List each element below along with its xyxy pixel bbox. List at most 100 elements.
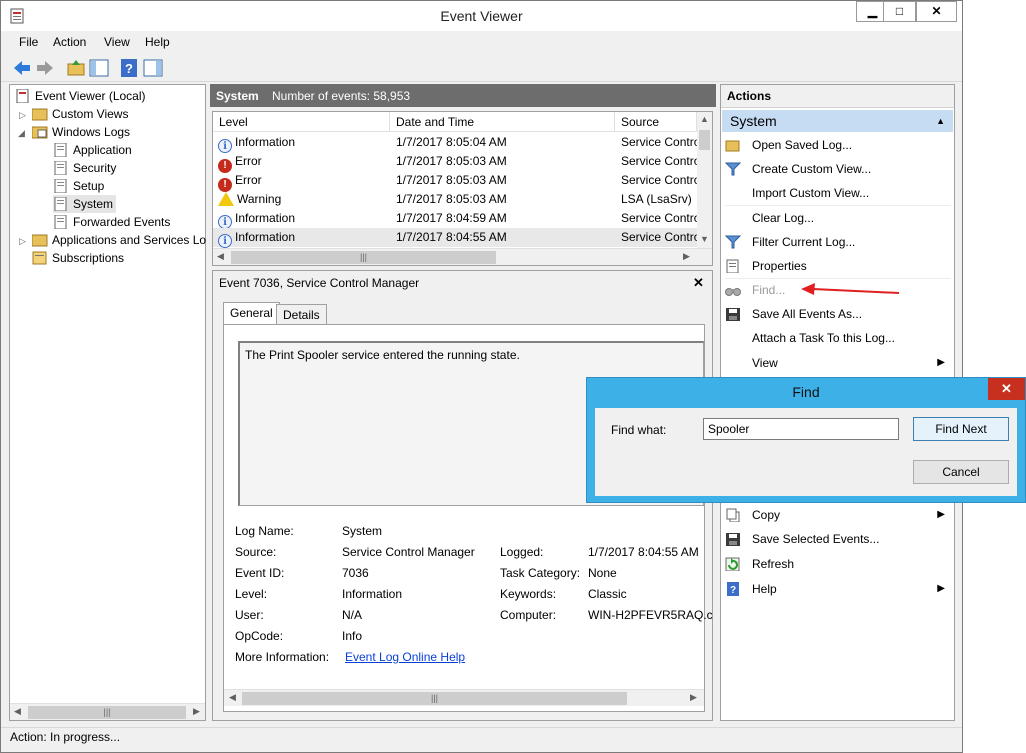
prop-value-log-name: System [342,524,383,538]
table-row[interactable]: i Information 1/7/2017 8:04:59 AM Service C… [213,209,697,229]
collapse-arrow-icon[interactable]: ◢ [18,128,25,139]
collapse-section-icon[interactable]: ▲ [936,110,945,132]
table-row[interactable]: ! Error 1/7/2017 8:05:03 AM Service Contro [213,171,697,192]
copy-icon [726,508,740,522]
scroll-thumb[interactable]: ||| [28,706,186,719]
events-vertical-scrollbar[interactable]: ▲ ▼ [697,112,712,248]
blank-icon [725,356,741,370]
menu-file[interactable]: File [19,35,38,49]
prop-label-opcode: OpCode: [235,629,284,643]
action-properties[interactable]: Properties [725,256,951,276]
cell-level: ! Error [218,152,388,173]
close-detail-icon[interactable]: ✕ [693,275,704,291]
scroll-left-icon[interactable]: ◀ [14,706,21,717]
tree-item-subscriptions[interactable]: Subscriptions [32,249,124,267]
prop-label-source: Source: [235,545,277,559]
scroll-right-icon[interactable]: ▶ [683,251,690,262]
action-create-custom-view[interactable]: Create Custom View... [725,159,951,179]
annotation-arrow-icon [801,283,900,295]
tree-root-label: Event Viewer (Local) [35,89,146,103]
up-folder-icon[interactable] [65,57,87,79]
action-view[interactable]: View ▶ [725,353,951,373]
table-row[interactable]: ! Error 1/7/2017 8:05:03 AM Service Contro [213,152,697,173]
scroll-left-icon[interactable]: ◀ [217,251,224,262]
cancel-button[interactable]: Cancel [913,460,1009,484]
tree-horizontal-scrollbar[interactable]: ◀ ||| ▶ [10,703,205,720]
tree-item-security[interactable]: Security [53,159,116,177]
action-clear-log[interactable]: Clear Log... [725,208,951,228]
expand-arrow-icon[interactable]: ▷ [19,110,26,121]
find-dialog-body: Find what: Find Next Cancel [595,408,1017,496]
blank-icon [725,211,741,225]
tree-item-setup[interactable]: Setup [53,177,104,195]
tree-item-root[interactable]: Event Viewer (Local) [15,87,146,105]
tab-details[interactable]: Details [276,304,327,326]
log-icon [54,161,67,175]
scroll-right-icon[interactable]: ▶ [193,706,200,717]
action-save-all-events-as[interactable]: Save All Events As... [725,304,951,324]
scroll-thumb[interactable]: ||| [231,251,496,264]
folder-open-icon [725,140,740,152]
action-filter-current-log[interactable]: Filter Current Log... [725,232,951,252]
help-icon[interactable]: ? [118,57,140,79]
tab-general[interactable]: General [223,302,280,326]
find-close-button[interactable]: ✕ [988,378,1025,400]
column-header-level[interactable]: Level [213,112,390,132]
back-arrow-icon[interactable] [11,57,33,79]
title-bar[interactable]: Event Viewer ▁ □ ✕ [1,1,962,31]
detail-horizontal-scrollbar[interactable]: ◀ ||| ▶ [224,689,704,706]
close-button[interactable]: ✕ [916,1,957,22]
tree-item-forwarded-events[interactable]: Forwarded Events [53,213,170,231]
scroll-thumb[interactable]: ||| [242,692,627,705]
action-import-custom-view[interactable]: Import Custom View... [725,183,951,203]
table-row[interactable]: i Information 1/7/2017 8:04:55 AM Service C… [213,228,697,248]
action-refresh[interactable]: Refresh [725,554,951,574]
actions-section-system[interactable]: System ▲ [722,110,953,132]
scroll-left-icon[interactable]: ◀ [229,692,236,703]
expand-arrow-icon[interactable]: ▷ [19,236,26,247]
prop-label-logged: Logged: [500,545,544,559]
table-row[interactable]: Warning 1/7/2017 8:05:03 AM LSA (LsaSrv) [213,190,697,209]
table-row[interactable]: i Information 1/7/2017 8:05:04 AM Service C… [213,133,697,153]
folder-icon [32,108,48,121]
cell-date-time: 1/7/2017 8:05:04 AM [396,135,507,149]
event-log-online-help-link[interactable]: Event Log Online Help [345,650,465,664]
scroll-up-icon[interactable]: ▲ [700,114,709,124]
action-attach-a-task-to-this-log[interactable]: Attach a Task To this Log... [725,328,951,348]
event-detail-title: Event 7036, Service Control Manager [219,276,420,290]
tree-item-apps-services[interactable]: Applications and Services Lo [32,231,206,249]
save-icon [726,533,740,546]
events-horizontal-scrollbar[interactable]: ◀ ||| ▶ [213,248,712,265]
tree-apps-services-label: Applications and Services Lo [52,233,207,247]
action-copy[interactable]: Copy ▶ [725,505,951,525]
tree-item-application[interactable]: Application [53,141,132,159]
prop-value-logged: 1/7/2017 8:04:55 AM [588,545,699,559]
show-hide-tree-icon[interactable] [88,57,110,79]
tree-item-system[interactable]: System [53,195,117,213]
action-save-selected-events[interactable]: Save Selected Events... [725,529,951,549]
action-help[interactable]: ? Help ▶ [725,579,951,599]
information-icon: i [218,234,232,248]
folder-icon [32,234,48,247]
find-dialog: Find ✕ Find what: Find Next Cancel [586,377,1026,503]
column-header-date-time[interactable]: Date and Time [390,112,615,132]
tree-item-custom-views[interactable]: Custom Views [32,105,128,123]
scroll-thumb[interactable] [699,130,710,150]
tree-item-windows-logs[interactable]: Windows Logs [32,123,130,141]
filter-icon [725,162,741,176]
prop-value-keywords: Classic [588,587,627,601]
show-hide-action-pane-icon[interactable] [142,57,164,79]
find-what-input[interactable] [703,418,899,440]
column-header-source[interactable]: Source [615,112,697,132]
scroll-down-icon[interactable]: ▼ [700,234,709,244]
find-next-button[interactable]: Find Next [913,417,1009,441]
forward-arrow-icon[interactable] [34,57,56,79]
prop-value-opcode: Info [342,629,363,643]
scroll-right-icon[interactable]: ▶ [690,692,697,703]
menu-help[interactable]: Help [145,35,170,49]
menu-view[interactable]: View [104,35,130,49]
action-open-saved-log[interactable]: Open Saved Log... [725,135,951,155]
menu-bar: File Action View Help [1,31,962,53]
menu-action[interactable]: Action [53,35,86,49]
maximize-button[interactable]: □ [883,1,916,22]
